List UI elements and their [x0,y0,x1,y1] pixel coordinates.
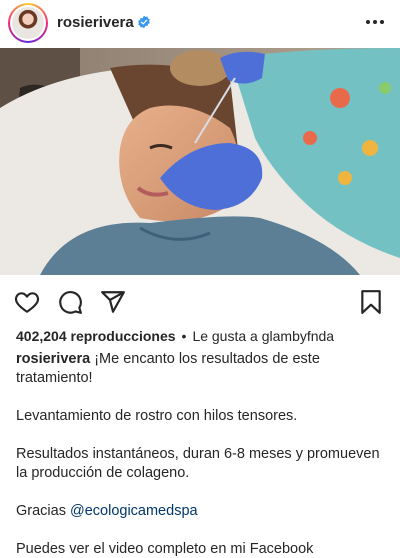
username[interactable]: rosierivera [57,14,134,31]
post-header: rosierivera [0,0,400,47]
bookmark-icon[interactable] [358,289,384,315]
caption-thanks: Gracias [16,503,66,519]
caption-paragraph-2: Levantamiento de rostro con hilos tensor… [16,408,298,424]
post-video[interactable] [0,48,400,275]
caption-username[interactable]: rosierivera [16,351,90,367]
heart-icon[interactable] [14,289,40,315]
liked-by-user[interactable]: glambyfnda [262,328,334,344]
liked-by-prefix: Le gusta a [192,328,258,344]
avatar-image [12,7,44,39]
views-and-likes: 402,204 reproducciones • Le gusta a glamby… [16,328,334,344]
avatar[interactable] [8,3,48,43]
views-count[interactable]: 402,204 reproducciones [16,328,176,344]
caption-mention[interactable]: @ecologicamedspa [70,503,198,519]
avatar-frame [10,5,46,41]
post-caption: rosierivera ¡Me encanto los resultados d… [16,350,388,558]
more-options-icon[interactable] [364,11,386,33]
verified-badge-icon [138,15,150,29]
post-actions [0,282,400,322]
caption-paragraph-3: Resultados instantáneos, duran 6-8 meses… [16,446,380,481]
caption-paragraph-5: Puedes ver el video completo en mi Faceb… [16,541,314,557]
send-icon[interactable] [100,289,126,315]
comment-icon[interactable] [57,289,83,315]
caption-paragraph-1: rosierivera ¡Me encanto los resultados d… [16,350,388,388]
caption-paragraph-4: Gracias @ecologicamedspa [16,502,388,521]
separator-dot: • [181,328,187,344]
